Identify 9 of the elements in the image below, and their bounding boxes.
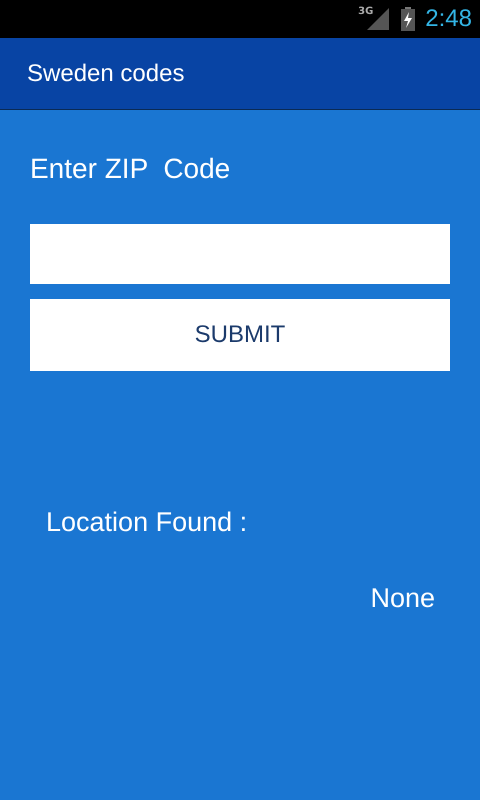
battery-charging-icon [401,7,416,31]
app-title: Sweden codes [27,60,184,88]
location-label: Location Found : [46,507,248,538]
network-type: 3G [358,6,374,17]
submit-button[interactable]: SUBMIT [30,299,450,371]
zip-label: Enter ZIP Code [30,153,232,185]
zip-input-field[interactable] [30,224,450,284]
clock-time: 2:48 [425,5,472,33]
location-value: None [370,583,435,614]
